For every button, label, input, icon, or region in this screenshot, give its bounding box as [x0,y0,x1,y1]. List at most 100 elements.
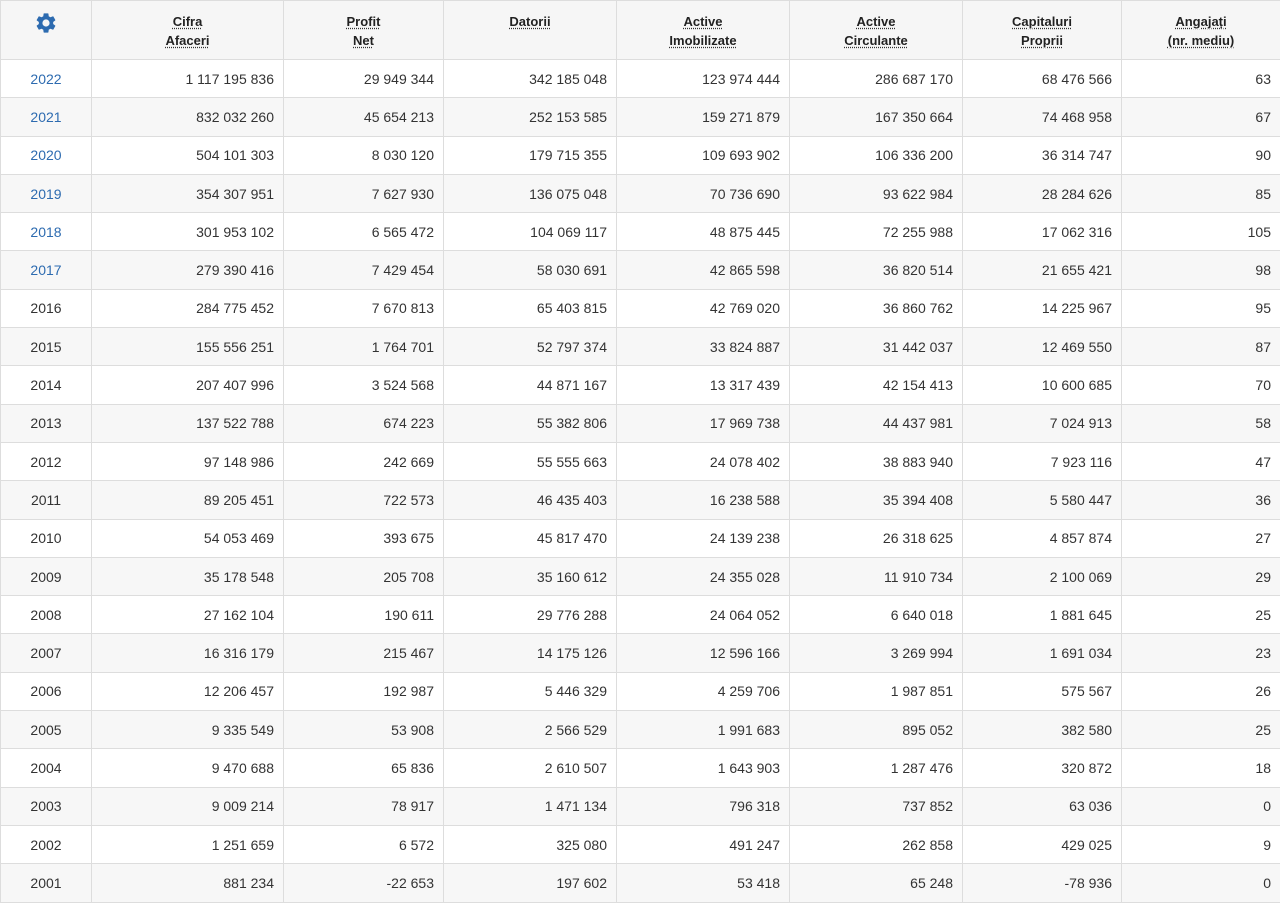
value-cell-imob: 24 064 052 [616,595,790,635]
table-row: 2008 27 162 104 190 611 29 776 288 24 064 05… [0,595,1280,635]
header-line1: Capitaluri [1012,14,1072,29]
table-row: 2010 54 053 469 393 675 45 817 470 24 139 23… [0,518,1280,558]
value-cell-circ: 6 640 018 [789,595,963,635]
value-cell-cifra: 97 148 986 [91,441,284,482]
year-link[interactable]: 2017 [30,262,61,278]
value-cell-datorii: 179 715 355 [443,135,617,175]
value-cell-datorii: 104 069 117 [443,212,617,252]
column-header-profit[interactable]: Profit Net [283,0,444,60]
year-link[interactable]: 2021 [30,109,61,125]
value-cell-cifra: 9 009 214 [91,786,284,826]
value-cell-circ: 31 442 037 [789,327,963,367]
value-cell-cifra: 504 101 303 [91,135,284,175]
value-cell-profit: 7 429 454 [283,250,444,290]
year-label: 2008 [30,606,62,623]
value-cell-angajati: 67 [1121,97,1280,137]
settings-header-cell[interactable] [0,0,92,60]
value-cell-profit: 205 708 [283,556,444,597]
value-cell-profit: 722 573 [283,480,444,520]
table-row: 2019 354 307 951 7 627 930 136 075 048 70 73… [0,173,1280,214]
year-cell[interactable]: 2022 [0,58,92,99]
value-cell-circ: 38 883 940 [789,441,963,482]
value-cell-profit: 242 669 [283,441,444,482]
table-row: 2012 97 148 986 242 669 55 555 663 24 078 40… [0,441,1280,482]
value-cell-cifra: 27 162 104 [91,595,284,635]
value-cell-angajati: 98 [1121,250,1280,290]
gear-icon[interactable] [34,11,58,35]
header-line2: Circulante [844,33,908,48]
column-header-datorii[interactable]: Datorii [443,0,617,60]
value-cell-circ: 286 687 170 [789,58,963,99]
header-line1: Active [683,14,723,29]
value-cell-angajati: 63 [1121,58,1280,99]
column-header-active-circulante[interactable]: Active Circulante [789,0,963,60]
year-cell[interactable]: 2017 [0,250,92,290]
value-cell-profit: 8 030 120 [283,135,444,175]
value-cell-angajati: 36 [1121,480,1280,520]
value-cell-imob: 33 824 887 [616,327,790,367]
column-header-cifra[interactable]: Cifra Afaceri [91,0,284,60]
year-label: 2011 [30,491,62,508]
value-cell-imob: 109 693 902 [616,135,790,175]
year-label: 2004 [30,759,62,776]
year-link[interactable]: 2022 [30,71,61,87]
column-header-angajati[interactable]: Angajați (nr. mediu) [1121,0,1280,60]
value-cell-cifra: 89 205 451 [91,480,284,520]
value-cell-angajati: 27 [1121,518,1280,558]
value-cell-cifra: 1 117 195 836 [91,58,284,99]
value-cell-circ: 262 858 [789,824,963,865]
value-cell-imob: 796 318 [616,786,790,826]
year-link[interactable]: 2018 [30,224,61,240]
value-cell-datorii: 1 471 134 [443,786,617,826]
value-cell-imob: 42 769 020 [616,288,790,329]
value-cell-datorii: 46 435 403 [443,480,617,520]
year-link[interactable]: 2020 [30,147,61,163]
value-cell-cifra: 301 953 102 [91,212,284,252]
value-cell-profit: 1 764 701 [283,327,444,367]
value-cell-imob: 4 259 706 [616,671,790,712]
year-cell: 2012 [0,441,92,482]
value-cell-datorii: 35 160 612 [443,556,617,597]
value-cell-profit: -22 653 [283,863,444,903]
year-link[interactable]: 2019 [30,186,61,202]
table-row: 2014 207 407 996 3 524 568 44 871 167 13 317… [0,365,1280,405]
value-cell-profit: 3 524 568 [283,365,444,405]
table-row: 2002 1 251 659 6 572 325 080 491 247 262 858 4… [0,824,1280,865]
value-cell-datorii: 58 030 691 [443,250,617,290]
value-cell-cap: 429 025 [962,824,1122,865]
year-cell: 2015 [0,327,92,367]
value-cell-imob: 13 317 439 [616,365,790,405]
year-cell[interactable]: 2020 [0,135,92,175]
table-row: 2009 35 178 548 205 708 35 160 612 24 355 02… [0,556,1280,597]
value-cell-datorii: 2 610 507 [443,748,617,788]
table-header-row: Cifra Afaceri Profit Net Datorii Active … [0,0,1280,60]
value-cell-cifra: 881 234 [91,863,284,903]
value-cell-datorii: 29 776 288 [443,595,617,635]
value-cell-datorii: 342 185 048 [443,58,617,99]
table-row: 2021 832 032 260 45 654 213 252 153 585 159 … [0,97,1280,137]
year-cell[interactable]: 2018 [0,212,92,252]
value-cell-circ: 106 336 200 [789,135,963,175]
year-cell: 2006 [0,671,92,712]
value-cell-cifra: 155 556 251 [91,327,284,367]
value-cell-cap: -78 936 [962,863,1122,903]
value-cell-imob: 42 865 598 [616,250,790,290]
year-cell[interactable]: 2019 [0,173,92,214]
value-cell-datorii: 252 153 585 [443,97,617,137]
value-cell-datorii: 55 555 663 [443,441,617,482]
value-cell-imob: 1 991 683 [616,710,790,750]
year-cell[interactable]: 2021 [0,97,92,137]
value-cell-imob: 123 974 444 [616,58,790,99]
value-cell-cifra: 35 178 548 [91,556,284,597]
value-cell-cap: 17 062 316 [962,212,1122,252]
value-cell-cap: 5 580 447 [962,480,1122,520]
value-cell-angajati: 25 [1121,595,1280,635]
year-cell: 2016 [0,288,92,329]
column-header-active-imobilizate[interactable]: Active Imobilizate [616,0,790,60]
value-cell-cifra: 354 307 951 [91,173,284,214]
value-cell-circ: 36 820 514 [789,250,963,290]
header-line1: Datorii [509,14,551,29]
value-cell-datorii: 14 175 126 [443,633,617,673]
column-header-capitaluri[interactable]: Capitaluri Proprii [962,0,1122,60]
year-cell: 2005 [0,710,92,750]
